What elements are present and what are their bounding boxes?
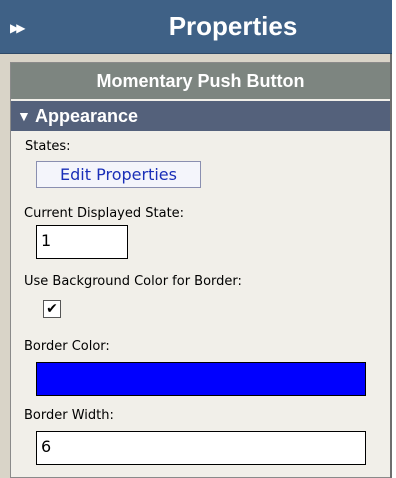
section-title: Appearance [35,106,139,126]
use-background-color-label: Use Background Color for Border: [24,274,242,289]
properties-window: ▶▶ Properties Momentary Push Button ▼ Ap… [0,0,392,478]
checkmark-icon: ✔ [46,301,58,317]
component-name-header: Momentary Push Button [11,63,390,99]
current-displayed-state-label: Current Displayed State: [24,206,185,221]
states-label: States: [25,139,71,154]
page-title: Properties [168,11,298,41]
triangle-down-icon: ▼ [17,108,31,124]
title-bar: ▶▶ Properties [0,0,392,54]
border-width-input[interactable]: 6 [36,431,366,465]
edit-properties-button[interactable]: Edit Properties [36,161,201,188]
appearance-section-header[interactable]: ▼ Appearance [11,101,390,131]
border-color-swatch[interactable] [36,362,366,396]
current-displayed-state-input[interactable]: 1 [36,225,128,259]
border-color-label: Border Color: [24,339,110,354]
border-width-label: Border Width: [24,408,114,423]
use-background-color-checkbox[interactable]: ✔ [43,300,61,318]
double-chevron-right-icon[interactable]: ▶▶ [10,21,28,35]
